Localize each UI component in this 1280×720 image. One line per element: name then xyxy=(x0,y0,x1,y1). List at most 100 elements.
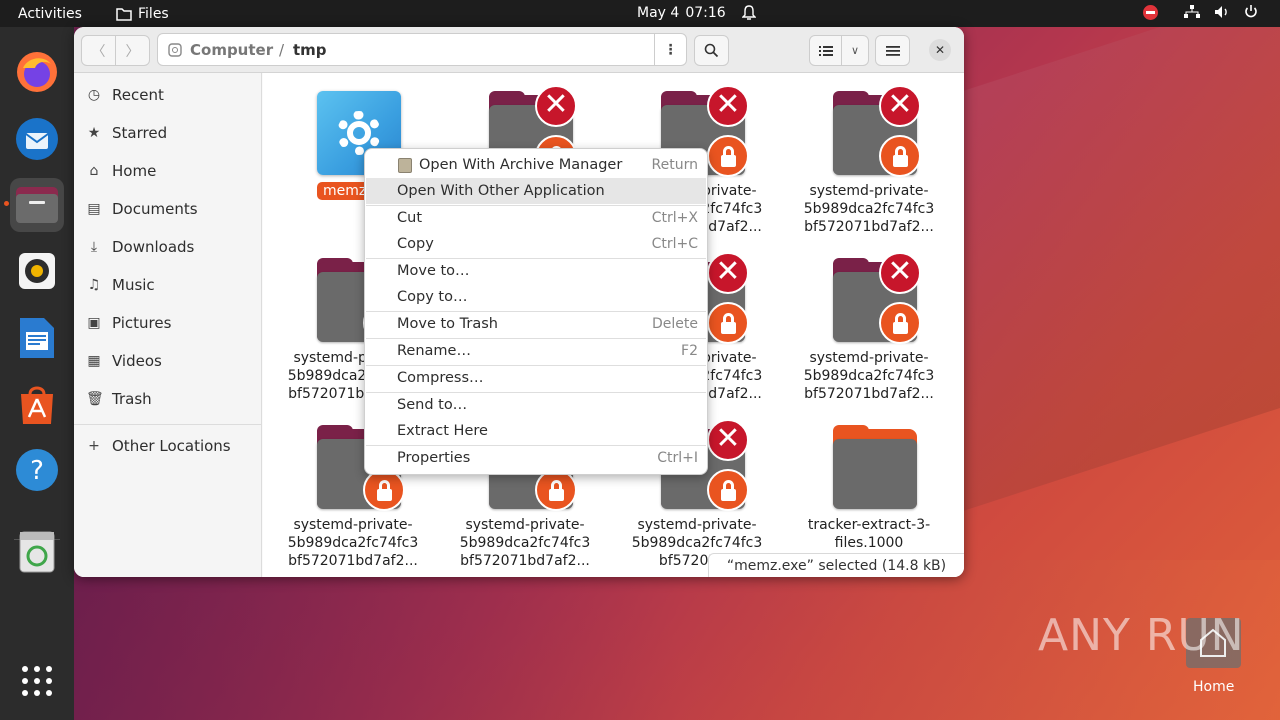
menu-item-send-to[interactable]: Send to… xyxy=(366,392,706,418)
file-item-folder[interactable]: ✕ systemd-private-5b989dca2fc74fc3bf5720… xyxy=(783,73,955,235)
files-icon xyxy=(16,187,58,223)
lock-emblem-icon xyxy=(707,469,749,511)
menu-item-label: Move to Trash xyxy=(397,316,498,332)
lock-emblem-icon xyxy=(707,135,749,177)
sidebar-item-downloads[interactable]: ⤓ Downloads xyxy=(86,228,256,266)
menu-item-open-archive-manager[interactable]: Open With Archive Manager Return xyxy=(366,152,706,178)
menu-item-compress[interactable]: Compress… xyxy=(366,365,706,391)
clock[interactable]: May 4 07:16 xyxy=(637,5,756,21)
menu-item-label: Rename… xyxy=(397,343,471,359)
trash-launcher[interactable] xyxy=(10,525,64,579)
clock-icon: ◷ xyxy=(87,87,101,103)
trash-icon: 🗑 xyxy=(86,391,104,407)
firefox-icon xyxy=(17,52,57,92)
app-name: Files xyxy=(138,5,169,22)
help-launcher[interactable]: ? xyxy=(10,443,64,497)
app-menu[interactable]: Files xyxy=(116,6,169,22)
chevron-left-icon: 〈 xyxy=(91,43,106,60)
app-center-launcher[interactable] xyxy=(10,377,64,431)
unreadable-emblem-icon: ✕ xyxy=(535,85,577,127)
music-icon: ♫ xyxy=(87,277,101,293)
path-segment-tmp[interactable]: tmp xyxy=(293,41,327,59)
system-tray[interactable] xyxy=(1143,4,1258,20)
sidebar-item-label: Other Locations xyxy=(112,437,231,455)
hamburger-icon xyxy=(885,45,900,56)
activities-button[interactable]: Activities xyxy=(0,6,100,22)
sidebar-item-label: Pictures xyxy=(112,314,172,332)
rhythmbox-launcher[interactable] xyxy=(10,244,64,298)
video-icon: ▦ xyxy=(87,353,101,369)
forward-button[interactable]: 〉 xyxy=(115,35,150,66)
lock-emblem-icon xyxy=(363,469,405,511)
software-icon xyxy=(21,386,53,424)
menu-item-copy[interactable]: Copy Ctrl+C xyxy=(366,231,706,257)
file-name: tracker-extract-3- files.1000 xyxy=(807,517,931,551)
close-button[interactable]: ✕ xyxy=(929,39,951,61)
sidebar-item-other-locations[interactable]: + Other Locations xyxy=(86,427,256,465)
view-options-button[interactable]: ∨ xyxy=(841,35,869,66)
firefox-launcher[interactable] xyxy=(10,45,64,99)
selection-status: “memz.exe” selected (14.8 kB) xyxy=(708,553,964,577)
sidebar-separator xyxy=(74,424,262,425)
unreadable-emblem-icon: ✕ xyxy=(707,252,749,294)
more-vertical-icon: ⋮ xyxy=(663,41,678,58)
menu-item-move-to[interactable]: Move to… xyxy=(366,258,706,284)
search-icon xyxy=(704,43,719,58)
menu-item-cut[interactable]: Cut Ctrl+X xyxy=(366,205,706,231)
main-menu-button[interactable] xyxy=(875,35,910,66)
star-icon: ★ xyxy=(87,125,101,141)
folder-icon: ✕ xyxy=(833,252,921,344)
sidebar-item-label: Trash xyxy=(112,390,152,408)
sidebar-item-pictures[interactable]: ▣ Pictures xyxy=(86,304,256,342)
unreadable-emblem-icon: ✕ xyxy=(879,85,921,127)
menu-item-move-to-trash[interactable]: Move to Trash Delete xyxy=(366,311,706,337)
unreadable-emblem-icon: ✕ xyxy=(879,252,921,294)
file-item-folder[interactable]: ✕ systemd-private-5b989dca2fc74fc3bf5720… xyxy=(783,240,955,402)
menu-item-copy-to[interactable]: Copy to… xyxy=(366,284,706,310)
back-button[interactable]: 〈 xyxy=(81,35,116,66)
sidebar-item-videos[interactable]: ▦ Videos xyxy=(86,342,256,380)
writer-icon xyxy=(20,318,54,358)
path-segment-computer[interactable]: Computer xyxy=(190,41,273,59)
sidebar-item-trash[interactable]: 🗑 Trash xyxy=(86,380,256,418)
sidebar-item-documents[interactable]: ▤ Documents xyxy=(86,190,256,228)
menu-item-label: Open With Other Application xyxy=(397,183,605,199)
sidebar-item-label: Videos xyxy=(112,352,162,370)
folder-icon xyxy=(833,425,917,509)
unreadable-emblem-icon: ✕ xyxy=(707,419,749,461)
sidebar-item-home[interactable]: ⌂ Home xyxy=(86,152,256,190)
chevron-down-icon: ∨ xyxy=(850,44,860,57)
sidebar-item-starred[interactable]: ★ Starred xyxy=(86,114,256,152)
menu-item-accel: Delete xyxy=(652,316,698,332)
thunderbird-icon xyxy=(16,118,58,160)
search-button[interactable] xyxy=(694,35,729,66)
show-applications-button[interactable] xyxy=(10,654,64,708)
view-list-button[interactable] xyxy=(809,35,842,66)
menu-item-label: Properties xyxy=(397,450,471,466)
top-bar: Activities Files May 4 07:16 xyxy=(0,0,1280,27)
menu-item-label: Copy xyxy=(397,236,434,252)
sidebar-item-recent[interactable]: ◷ Recent xyxy=(86,76,256,114)
menu-item-open-other-application[interactable]: Open With Other Application xyxy=(366,178,706,204)
download-icon: ⤓ xyxy=(90,239,98,255)
sidebar-item-music[interactable]: ♫ Music xyxy=(86,266,256,304)
menu-item-extract-here[interactable]: Extract Here xyxy=(366,418,706,444)
path-bar[interactable]: Computer / tmp ⋮ xyxy=(157,33,687,66)
lock-emblem-icon xyxy=(879,302,921,344)
thunderbird-launcher[interactable] xyxy=(10,112,64,166)
do-not-disturb-icon xyxy=(1143,4,1158,20)
file-name: systemd-private-5b989dca2fc74fc3bf572071… xyxy=(459,517,591,569)
path-menu-button[interactable]: ⋮ xyxy=(654,34,686,65)
apps-grid-icon xyxy=(22,666,52,696)
file-name: systemd-private-5b989dca2fc74fc3bf572071… xyxy=(803,350,935,402)
archive-icon xyxy=(398,158,412,173)
menu-item-label: Open With Archive Manager xyxy=(419,157,623,173)
file-item-folder[interactable]: tracker-extract-3- files.1000 xyxy=(783,407,955,567)
menu-item-accel: F2 xyxy=(681,343,698,359)
libreoffice-writer-launcher[interactable] xyxy=(10,311,64,365)
volume-icon xyxy=(1215,6,1227,18)
path-separator: / xyxy=(279,41,285,59)
files-launcher[interactable] xyxy=(10,178,64,232)
menu-item-properties[interactable]: Properties Ctrl+I xyxy=(366,445,706,471)
menu-item-rename[interactable]: Rename… F2 xyxy=(366,338,706,364)
